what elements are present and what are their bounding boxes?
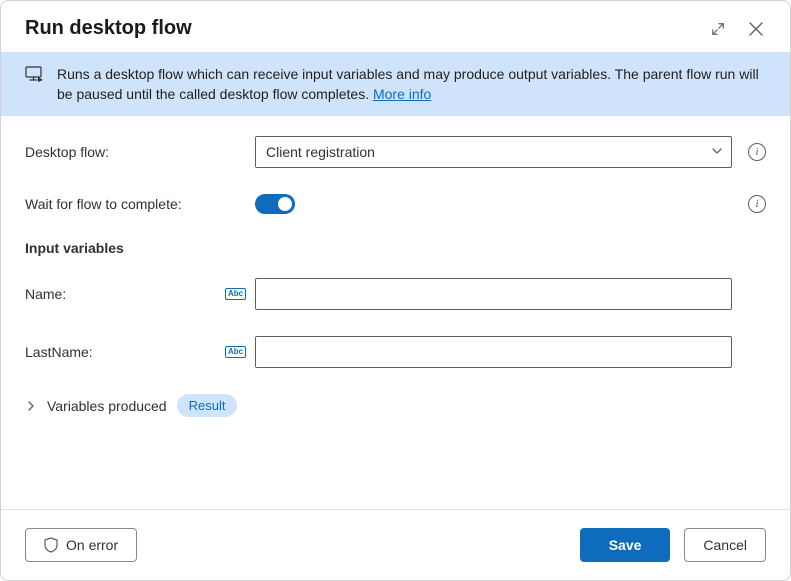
chevron-right-icon[interactable] [25, 400, 37, 412]
on-error-label: On error [66, 537, 118, 553]
close-icon[interactable] [746, 19, 766, 39]
wait-flow-label: Wait for flow to complete: [25, 196, 225, 212]
info-bar-text-container: Runs a desktop flow which can receive in… [57, 64, 766, 104]
input-variables-heading: Input variables [25, 240, 766, 256]
expand-icon[interactable] [708, 19, 728, 39]
name-input[interactable] [255, 278, 732, 310]
result-pill[interactable]: Result [177, 394, 238, 417]
run-desktop-flow-dialog: Run desktop flow Runs a desktop flow whi… [0, 0, 791, 581]
wait-flow-row: Wait for flow to complete: i [25, 194, 766, 214]
dialog-header: Run desktop flow [1, 1, 790, 52]
text-type-icon: Abc [225, 346, 246, 358]
desktop-flow-info-icon[interactable]: i [748, 143, 766, 161]
cancel-button[interactable]: Cancel [684, 528, 766, 562]
on-error-button[interactable]: On error [25, 528, 137, 562]
lastname-input[interactable] [255, 336, 732, 368]
input-var-row: LastName: Abc [25, 336, 766, 368]
info-bar: Runs a desktop flow which can receive in… [1, 52, 790, 116]
variables-produced-row: Variables produced Result [25, 394, 766, 417]
save-button[interactable]: Save [580, 528, 671, 562]
wait-flow-toggle[interactable] [255, 194, 295, 214]
dialog-footer: On error Save Cancel [1, 509, 790, 580]
wait-flow-info-icon[interactable]: i [748, 195, 766, 213]
desktop-flow-row: Desktop flow: Client registration i [25, 136, 766, 168]
shield-icon [44, 537, 58, 553]
variables-produced-label[interactable]: Variables produced [47, 398, 167, 414]
footer-right-actions: Save Cancel [580, 528, 766, 562]
desktop-flow-select[interactable]: Client registration [255, 136, 732, 168]
dialog-body: Desktop flow: Client registration i Wait… [1, 116, 790, 509]
more-info-link[interactable]: More info [373, 86, 431, 102]
desktop-flow-icon [25, 66, 45, 89]
chevron-down-icon [711, 144, 723, 160]
input-var-row: Name: Abc [25, 278, 766, 310]
desktop-flow-label: Desktop flow: [25, 144, 225, 160]
header-actions [708, 19, 766, 39]
desktop-flow-selected-value: Client registration [266, 144, 375, 160]
text-type-icon: Abc [225, 288, 246, 300]
input-var-label: Name: [25, 286, 225, 302]
input-var-label: LastName: [25, 344, 225, 360]
dialog-title: Run desktop flow [25, 17, 192, 40]
toggle-knob [278, 197, 292, 211]
